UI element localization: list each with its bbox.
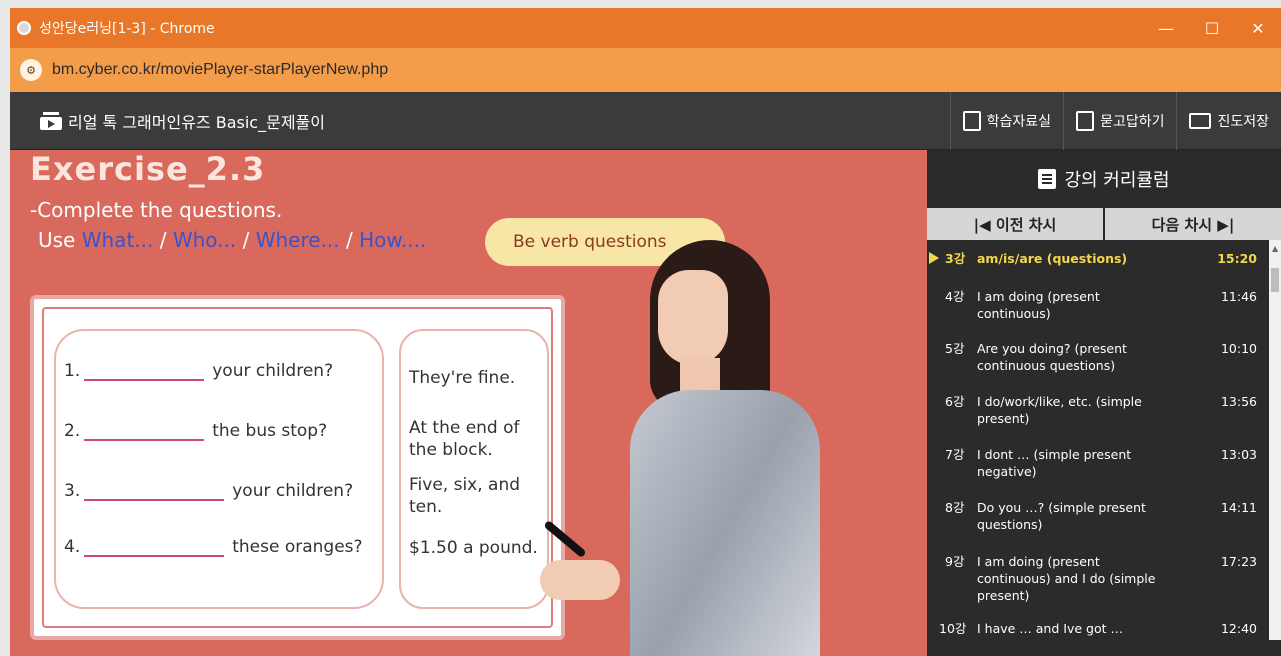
question-text: these oranges? xyxy=(232,537,363,557)
presenter-figure xyxy=(540,240,840,656)
checkbox-icon xyxy=(1189,112,1212,129)
answer-3: Five, six, and ten. xyxy=(409,475,521,517)
question-text: your children? xyxy=(232,481,354,501)
window-title: 성안당e러닝[1-3] - Chrome xyxy=(39,21,215,37)
lesson-duration: 17:23 xyxy=(1220,554,1257,569)
word-where: Where... xyxy=(255,228,340,252)
lesson-nav: |◀ 이전 차시 다음 차시 ▶| xyxy=(927,208,1281,240)
curriculum-title: 강의 커리큘럼 xyxy=(1064,170,1170,191)
presenter-face xyxy=(658,270,728,365)
instruction-use: Use xyxy=(38,228,82,252)
curriculum-header: 강의 커리큘럼 xyxy=(927,150,1281,208)
lesson-title: Are you doing? (present continuous quest… xyxy=(977,341,1127,373)
question-number: 1. xyxy=(64,361,81,381)
close-button[interactable]: ✕ xyxy=(1235,8,1281,48)
answer-blank xyxy=(84,539,225,557)
address-bar[interactable]: ⚙ bm.cyber.co.kr/moviePlayer-starPlayerN… xyxy=(10,48,1281,92)
lesson-title: I am doing (present continuous) and I do… xyxy=(977,554,1156,603)
video-area[interactable]: Exercise_2.3 -Complete the questions. Us… xyxy=(10,150,927,656)
maximize-button[interactable]: ☐ xyxy=(1189,8,1235,48)
lesson-duration: 12:40 xyxy=(1220,621,1257,636)
scrollbar-thumb[interactable] xyxy=(1271,268,1279,292)
curriculum-panel: 강의 커리큘럼 |◀ 이전 차시 다음 차시 ▶| 3강 am/is/are (q… xyxy=(927,150,1281,656)
presenter-blouse xyxy=(630,390,820,656)
course-title: 리얼 톡 그래머인유즈 Basic_문제풀이 xyxy=(10,109,950,133)
lesson-duration: 13:56 xyxy=(1220,394,1257,409)
lesson-duration: 11:46 xyxy=(1220,289,1257,304)
player-main: Exercise_2.3 -Complete the questions. Us… xyxy=(10,150,1281,656)
minimize-button[interactable]: — xyxy=(1143,8,1189,48)
qna-button[interactable]: 묻고답하기 xyxy=(1063,91,1176,150)
presenter-hand xyxy=(540,560,620,600)
lesson-number: 10강 xyxy=(939,621,967,636)
word-who: Who... xyxy=(172,228,237,252)
prev-lesson-button[interactable]: |◀ 이전 차시 xyxy=(927,208,1103,240)
question-number: 2. xyxy=(64,421,81,441)
player-header: 리얼 톡 그래머인유즈 Basic_문제풀이 학습자료실 묻고답하기 진도저장 xyxy=(10,91,1281,150)
answer-blank xyxy=(84,423,205,441)
word-what: What... xyxy=(81,228,154,252)
url-text[interactable]: bm.cyber.co.kr/moviePlayer-starPlayerNew… xyxy=(52,61,388,79)
question-text: the bus stop? xyxy=(212,421,328,441)
question-number: 3. xyxy=(64,481,81,501)
save-progress-label: 진도저장 xyxy=(1217,113,1269,130)
answer-2: At the end of the block. xyxy=(409,418,520,460)
lesson-duration: 15:20 xyxy=(1217,251,1257,266)
curriculum-list[interactable]: 3강 am/is/are (questions) 15:20 4강 I am doin… xyxy=(927,240,1281,640)
word-how: How.... xyxy=(359,228,427,252)
question-4: 4. these oranges? xyxy=(64,537,363,557)
browser-window: 성안당e러닝[1-3] - Chrome — ☐ ✕ ⚙ bm.cyber.co… xyxy=(10,8,1281,656)
lesson-title: am/is/are (questions) xyxy=(977,251,1128,266)
lesson-title: I do/work/like, etc. (simple present) xyxy=(977,394,1142,426)
globe-icon xyxy=(17,21,31,35)
lesson-number: 7강 xyxy=(945,447,965,462)
scroll-up-icon[interactable]: ▲ xyxy=(1272,244,1278,253)
site-info-icon[interactable]: ⚙ xyxy=(20,59,42,81)
lesson-number: 5강 xyxy=(945,341,965,356)
question-3: 3. your children? xyxy=(64,481,353,501)
question-1: 1. your children? xyxy=(64,361,333,381)
qna-label: 묻고답하기 xyxy=(1100,113,1165,130)
next-lesson-button[interactable]: 다음 차시 ▶| xyxy=(1103,208,1281,240)
question-number: 4. xyxy=(64,537,81,557)
list-icon xyxy=(1038,169,1057,189)
lesson-duration: 10:10 xyxy=(1220,341,1257,356)
answer-blank xyxy=(84,363,205,381)
curriculum-scrollbar[interactable]: ▲ xyxy=(1269,240,1281,640)
document-icon xyxy=(962,110,981,131)
current-play-icon xyxy=(929,252,939,264)
lesson-number: 4강 xyxy=(945,289,965,304)
materials-button[interactable]: 학습자료실 xyxy=(949,91,1063,150)
lesson-number: 9강 xyxy=(945,554,965,569)
lesson-number: 6강 xyxy=(945,394,965,409)
lesson-title: I have … and Ive got … xyxy=(977,621,1123,636)
answer-1: They're fine. xyxy=(409,368,516,388)
lesson-number: 8강 xyxy=(945,500,965,515)
lesson-title: I dont … (simple present negative) xyxy=(977,447,1132,479)
exercise-board: 1. your children? 2. the bus stop? 3. your … xyxy=(30,295,565,640)
materials-label: 학습자료실 xyxy=(986,113,1052,130)
lesson-title: I am doing (present continuous) xyxy=(977,289,1100,321)
instruction-line-1: -Complete the questions. xyxy=(30,198,283,222)
question-icon xyxy=(1076,110,1095,131)
tv-play-icon xyxy=(40,111,62,130)
answer-4: $1.50 a pound. xyxy=(409,538,538,558)
save-progress-button[interactable]: 진도저장 xyxy=(1176,91,1281,150)
lesson-title: Do you …? (simple present questions) xyxy=(977,500,1146,532)
lesson-number: 3강 xyxy=(945,251,966,266)
question-2: 2. the bus stop? xyxy=(64,421,327,441)
question-text: your children? xyxy=(212,361,334,381)
instruction-line-2: Use What... / Who... / Where... / How...… xyxy=(38,228,427,252)
lesson-duration: 14:11 xyxy=(1220,500,1257,515)
answer-blank xyxy=(84,483,225,501)
title-bar[interactable]: 성안당e러닝[1-3] - Chrome — ☐ ✕ xyxy=(10,8,1281,48)
course-title-text: 리얼 톡 그래머인유즈 Basic_문제풀이 xyxy=(68,112,325,132)
lesson-duration: 13:03 xyxy=(1220,447,1257,462)
exercise-title: Exercise_2.3 xyxy=(30,150,266,188)
